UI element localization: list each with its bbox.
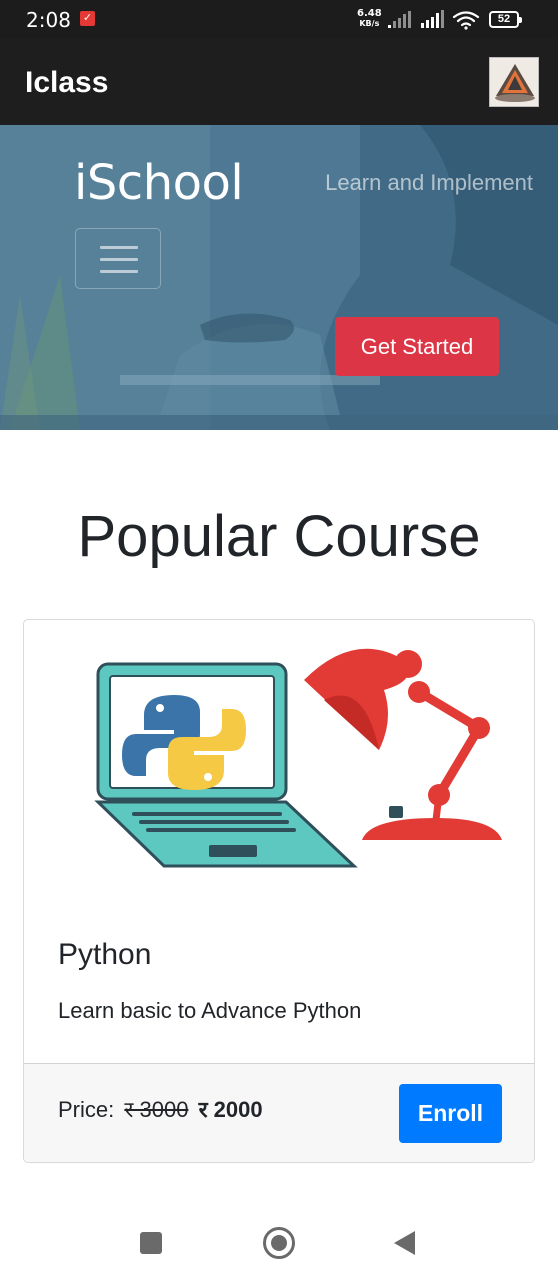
- old-price: र 3000: [124, 1097, 189, 1122]
- course-title: Python: [58, 938, 152, 971]
- signal-icon-1: [388, 11, 411, 28]
- section-title: Popular Course: [77, 504, 481, 569]
- network-speed-value: 6.48: [357, 8, 382, 19]
- status-bar: 2:08 ✓ 6.48 KB/s 52: [0, 0, 558, 38]
- brand-logo[interactable]: iSchool: [74, 155, 244, 211]
- logo-icon: [490, 58, 538, 106]
- network-speed: 6.48 KB/s: [357, 9, 382, 29]
- enroll-button[interactable]: Enroll: [399, 1084, 502, 1143]
- notification-icon: ✓: [80, 11, 95, 26]
- signal-wifi-icons: [388, 10, 480, 30]
- card-footer: Price: र 3000 र 2000 Enroll: [24, 1063, 534, 1162]
- status-time: 2:08: [26, 8, 71, 32]
- course-image[interactable]: [24, 620, 534, 905]
- price-label: Price:: [58, 1097, 115, 1122]
- battery-icon: 52: [489, 11, 522, 28]
- battery-level: 52: [497, 13, 511, 25]
- system-navigation-bar: [0, 1200, 558, 1280]
- desk-lamp-icon: [304, 648, 502, 840]
- course-card: Python Learn basic to Advance Python Pri…: [23, 619, 535, 1163]
- navbar-toggler-button[interactable]: [75, 228, 161, 289]
- back-icon[interactable]: [394, 1231, 415, 1255]
- get-started-button[interactable]: Get Started: [335, 317, 499, 376]
- hero-banner: iSchool Learn and Implement Get Started: [0, 125, 558, 430]
- course-price: Price: र 3000 र 2000: [58, 1094, 263, 1124]
- wifi-icon: [452, 11, 480, 27]
- app-logo[interactable]: [489, 57, 539, 107]
- home-icon[interactable]: [263, 1227, 295, 1259]
- app-bar: Iclass: [0, 38, 558, 125]
- new-price: र 2000: [198, 1097, 263, 1122]
- tagline: Learn and Implement: [325, 170, 533, 195]
- hamburger-icon-bar-3: [100, 270, 138, 273]
- recent-apps-icon[interactable]: [140, 1232, 162, 1254]
- course-description: Learn basic to Advance Python: [58, 998, 362, 1023]
- signal-icon-2: [421, 10, 444, 28]
- network-speed-unit: KB/s: [359, 19, 380, 28]
- hamburger-icon-bar-1: [100, 246, 138, 249]
- app-title: Iclass: [25, 66, 109, 99]
- hamburger-icon-bar-2: [100, 258, 138, 261]
